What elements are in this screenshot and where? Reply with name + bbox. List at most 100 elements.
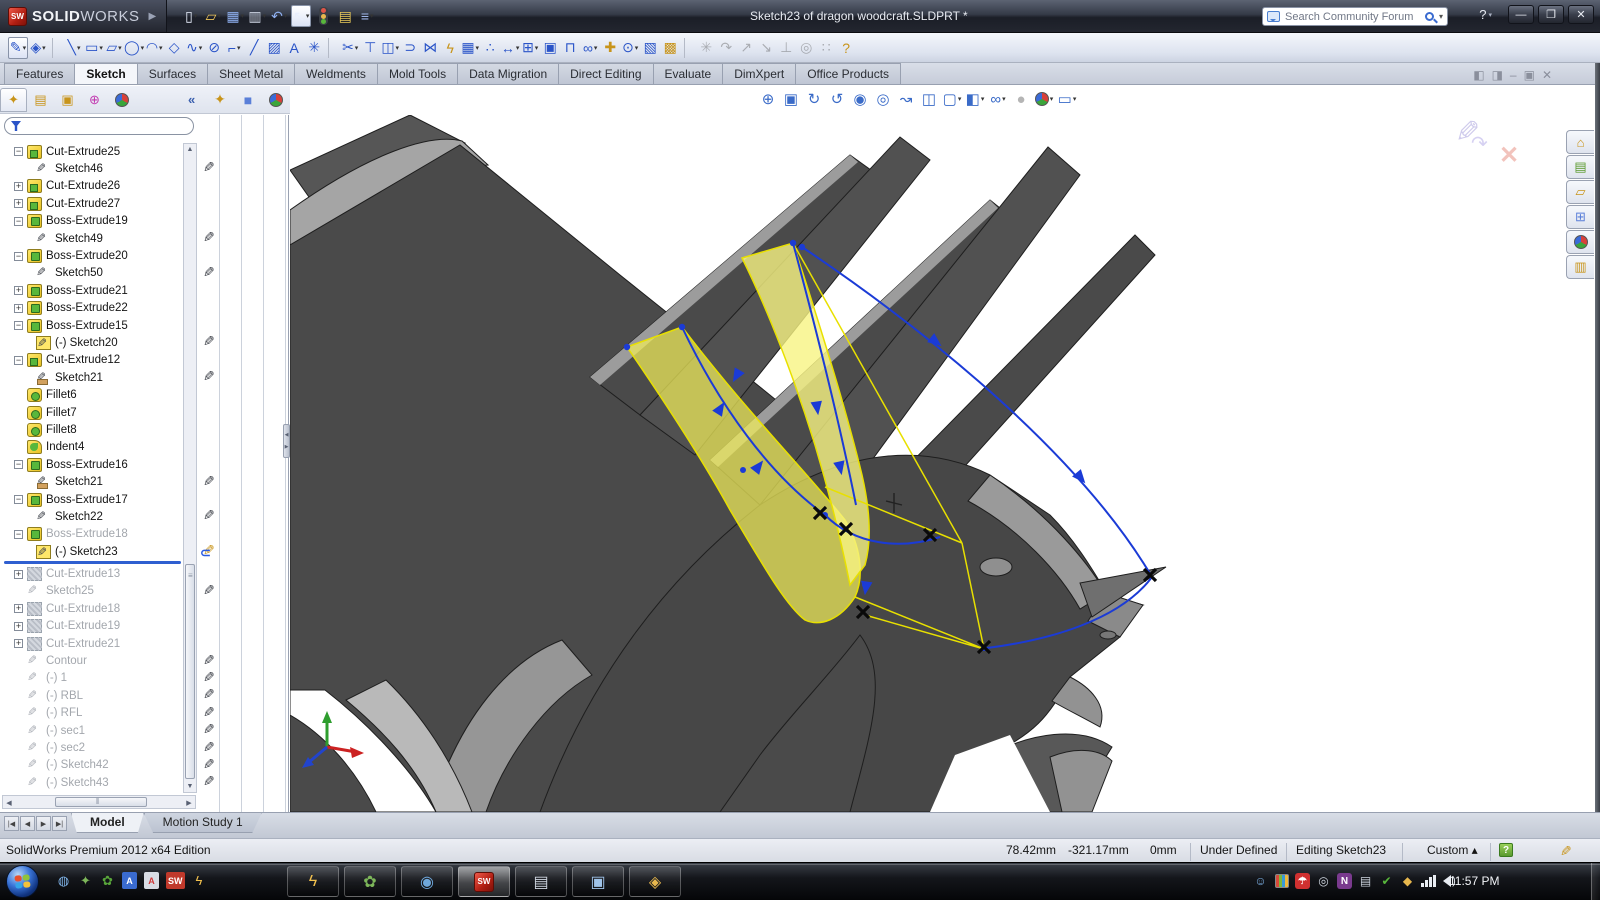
display-pane-sketch-icon[interactable] — [203, 583, 221, 599]
doc-tab-nav-3-icon[interactable]: ▶| — [52, 816, 67, 831]
graphics-viewport[interactable]: ⊕▣↻↺◉◎↝◫▢▾◧▾∞▾●▾▭▾ ✎ ↷ ✕ — [290, 85, 1595, 812]
tree-item-boss-extrude19[interactable]: −Boss-Extrude19 — [2, 213, 183, 230]
pinned-solidworks-button[interactable]: SW — [458, 866, 510, 897]
zoom-in-out-icon[interactable]: ◉ — [850, 88, 870, 110]
tray-onenote-icon[interactable]: N — [1337, 873, 1352, 889]
tree-item-sketch46[interactable]: Sketch46 — [2, 160, 183, 177]
ql-people-icon[interactable]: ✦ — [78, 872, 93, 889]
solidworks-resources-tab[interactable]: ⌂ — [1566, 130, 1594, 154]
new-document-icon[interactable]: ▯▾ — [181, 5, 201, 27]
tray-grid-icon[interactable] — [1274, 873, 1289, 889]
display-pane-sketch-icon[interactable] — [203, 334, 221, 350]
vertical-scroll-thumb[interactable] — [185, 564, 195, 779]
dropdown-caret-icon[interactable]: ▾ — [306, 12, 310, 20]
tab-evaluate[interactable]: Evaluate — [653, 63, 724, 84]
dropdown-caret-icon[interactable]: ▾ — [263, 12, 267, 20]
doc-close-icon[interactable]: ✕ — [1542, 68, 1552, 82]
view-orientation-icon[interactable]: ▢▾ — [942, 88, 962, 110]
dropdown-caret-icon[interactable]: ▾ — [241, 12, 245, 20]
doc-pane-right-icon[interactable]: ◨ — [1492, 68, 1503, 82]
collapse-panel-button[interactable]: « — [188, 92, 195, 107]
doc-restore-icon[interactable]: ▣ — [1524, 68, 1535, 82]
dynamic-mirror-icon[interactable]: ϟ — [440, 37, 460, 59]
dropdown-caret-icon[interactable]: ▾ — [1002, 95, 1006, 103]
display-style-icon[interactable]: ◧▾ — [965, 88, 985, 110]
expander-minus-icon[interactable]: − — [14, 147, 23, 156]
appearance-icon[interactable] — [266, 89, 286, 111]
scroll-right-icon[interactable]: ▶ — [185, 799, 193, 807]
sketch-chamfer-icon[interactable]: ╱ — [244, 37, 264, 59]
tree-item---rbl[interactable]: (-) RBL — [2, 687, 183, 704]
grid-snap-icon[interactable]: ∷ — [816, 37, 836, 59]
tab-office-products[interactable]: Office Products — [795, 63, 901, 84]
pinned-globe-network-button[interactable]: ◉ — [401, 866, 453, 897]
make-block-icon[interactable]: ⊞▾ — [520, 37, 540, 59]
display-mode-icon[interactable]: ■ — [238, 89, 258, 111]
display-pane-sketch-icon[interactable] — [203, 757, 221, 773]
pinned-badge-button[interactable]: ◈ — [629, 866, 681, 897]
displaymanager-tab[interactable] — [108, 88, 135, 112]
ql-translator-icon[interactable]: A — [122, 872, 137, 889]
convert-entities-icon[interactable]: ⊤ — [360, 37, 380, 59]
doc-tab-nav-1-icon[interactable]: ◀ — [20, 816, 35, 831]
smart-dimension-icon[interactable]: ◈▾ — [28, 37, 48, 59]
configurationmanager-tab[interactable]: ▣ — [54, 88, 81, 112]
move-entities-icon[interactable]: ↔▾ — [500, 37, 520, 59]
show-hide-items-icon[interactable]: ✦ — [210, 89, 230, 111]
rotate-view-icon[interactable]: ↻ — [804, 88, 824, 110]
display-delete-relations-icon[interactable]: ∞▾ — [580, 37, 600, 59]
tree-item---sketch23[interactable]: (-) Sketch23 — [2, 543, 183, 560]
tree-item-fillet6[interactable]: Fillet6 — [2, 386, 183, 403]
tray-clipboard-icon[interactable]: ▤ — [1358, 873, 1373, 889]
select-icon[interactable]: ↖▾ — [291, 5, 311, 27]
menu-expand-arrow-icon[interactable]: ▶ — [149, 11, 157, 22]
display-pane-sketch-icon[interactable] — [203, 160, 221, 176]
dropdown-caret-icon[interactable]: ▾ — [1073, 95, 1077, 103]
hide-show-items-icon[interactable]: ∞▾ — [988, 88, 1008, 110]
file-explorer-tab[interactable]: ▱ — [1566, 180, 1594, 204]
search-input[interactable]: Search Community Forum ▾ — [1262, 7, 1448, 26]
circle-icon[interactable]: ◯▾ — [124, 37, 144, 59]
doc-tab-nav-2-icon[interactable]: ▶ — [36, 816, 51, 831]
tree-item---1[interactable]: (-) 1 — [2, 670, 183, 687]
section-view-icon[interactable]: ◫ — [919, 88, 939, 110]
fully-define-sketch-icon[interactable]: ⊙▾ — [620, 37, 640, 59]
start-button[interactable] — [6, 865, 39, 898]
pinned-lightning-button[interactable]: ϟ — [287, 866, 339, 897]
help-icon[interactable]: ? — [836, 37, 856, 59]
ql-globe-icon[interactable]: ◍ — [56, 872, 71, 889]
view-palette-tab[interactable]: ⊞ — [1566, 205, 1594, 229]
scroll-left-icon[interactable]: ◀ — [5, 799, 13, 807]
pinned-viewer-button[interactable]: ▤ — [515, 866, 567, 897]
pinned-photo-viewer-button[interactable]: ▣ — [572, 866, 624, 897]
tab-features[interactable]: Features — [4, 63, 75, 84]
repair-sketch-icon[interactable]: ✚ — [600, 37, 620, 59]
dropdown-caret-icon[interactable]: ▾ — [396, 44, 400, 52]
ellipse-icon[interactable]: ⊘ — [204, 37, 224, 59]
tree-item-boss-extrude17[interactable]: −Boss-Extrude17 — [2, 491, 183, 508]
tree-item-fillet7[interactable]: Fillet7 — [2, 404, 183, 421]
shadows-icon[interactable]: ● — [1011, 88, 1031, 110]
dropdown-caret-icon[interactable]: ▾ — [284, 12, 288, 20]
expander-plus-icon[interactable]: + — [14, 570, 23, 579]
tree-item---sketch20[interactable]: (-) Sketch20 — [2, 334, 183, 351]
doc-minimize-icon[interactable]: – — [1510, 68, 1517, 82]
redraw-icon[interactable]: ↺ — [827, 88, 847, 110]
zoom-to-fit-icon[interactable]: ▣ — [781, 88, 801, 110]
tree-item-boss-extrude22[interactable]: +Boss-Extrude22 — [2, 300, 183, 317]
tree-item-sketch22[interactable]: Sketch22 — [2, 508, 183, 525]
tree-item-sketch49[interactable]: Sketch49 — [2, 230, 183, 247]
tree-item-cut-extrude26[interactable]: +Cut-Extrude26 — [2, 178, 183, 195]
tree-item-boss-extrude20[interactable]: −Boss-Extrude20 — [2, 247, 183, 264]
pinned-paint-button[interactable]: ✿ — [344, 866, 396, 897]
ql-solidworks-icon[interactable]: SW — [166, 872, 185, 889]
tree-item-fillet8[interactable]: Fillet8 — [2, 421, 183, 438]
tray-avira-umbrella-icon[interactable]: ☂ — [1295, 873, 1310, 889]
tree-item-cut-extrude21[interactable]: +Cut-Extrude21 — [2, 635, 183, 652]
dropdown-caret-icon[interactable]: ▾ — [635, 44, 639, 52]
quick-tips-icon[interactable]: ? — [1499, 843, 1513, 857]
tree-item-boss-extrude15[interactable]: −Boss-Extrude15 — [2, 317, 183, 334]
display-pane-sketch-icon[interactable] — [203, 722, 221, 738]
plane-icon[interactable]: ▨ — [264, 37, 284, 59]
tree-item-indent4[interactable]: Indent4 — [2, 439, 183, 456]
